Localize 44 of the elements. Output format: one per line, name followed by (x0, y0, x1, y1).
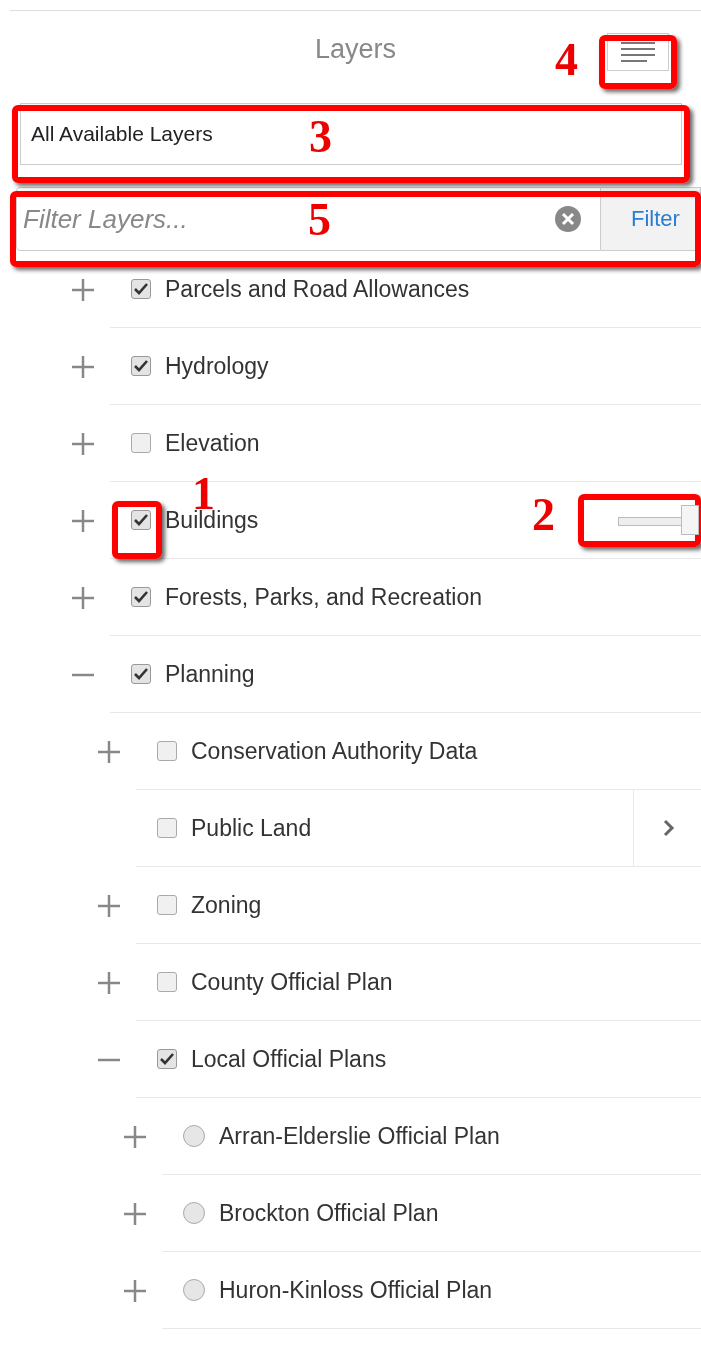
annotation-number: 5 (308, 197, 331, 243)
expand-icon[interactable] (124, 1202, 146, 1225)
slider-thumb[interactable] (681, 504, 699, 535)
layer-label: Parcels and Road Allowances (165, 275, 470, 303)
opacity-slider[interactable] (618, 504, 700, 537)
layer-label: County Official Plan (191, 968, 393, 996)
clear-icon[interactable] (555, 206, 581, 232)
layer-label: Arran-Elderslie Official Plan (219, 1122, 500, 1150)
expand-icon[interactable] (72, 355, 94, 378)
layer-label: Zoning (191, 891, 262, 919)
layer-label: Brockton Official Plan (219, 1199, 439, 1227)
checkbox[interactable] (131, 433, 151, 453)
annotation-number: 2 (532, 492, 555, 538)
expand-icon[interactable] (72, 278, 94, 301)
chevron-right-icon[interactable] (662, 819, 675, 837)
layer-label: Public Land (191, 814, 312, 842)
layer-label: Hydrology (165, 352, 269, 380)
layer-source-dropdown[interactable]: All Available Layers 3 (20, 103, 682, 165)
checkbox[interactable] (157, 895, 177, 915)
radio-button[interactable] (183, 1202, 205, 1224)
layer-label: Local Official Plans (191, 1045, 387, 1073)
expand-icon[interactable] (124, 1279, 146, 1302)
menu-icon[interactable] (621, 41, 655, 63)
expand-icon[interactable] (124, 1125, 146, 1148)
checkbox[interactable] (157, 972, 177, 992)
layer-label: Huron-Kinloss Official Plan (219, 1276, 493, 1304)
layer-label: Forests, Parks, and Recreation (165, 583, 483, 611)
annotation-number: 3 (309, 114, 332, 160)
expand-icon[interactable] (72, 586, 94, 609)
expand-icon[interactable] (98, 894, 120, 917)
checkbox[interactable] (157, 818, 177, 838)
annotation-number: 4 (555, 37, 578, 83)
radio-button[interactable] (183, 1125, 205, 1147)
expand-icon[interactable] (72, 509, 94, 532)
layer-label: Elevation (165, 429, 260, 457)
panel-title: Layers (314, 33, 396, 65)
expand-icon[interactable] (98, 740, 120, 763)
checkbox[interactable] (157, 741, 177, 761)
layer-label: Conservation Authority Data (191, 737, 478, 765)
expand-icon[interactable] (98, 971, 120, 994)
radio-button[interactable] (183, 1279, 205, 1301)
layer-label: Planning (165, 660, 255, 688)
annotation-frame (112, 501, 162, 559)
expand-icon[interactable] (72, 432, 94, 455)
